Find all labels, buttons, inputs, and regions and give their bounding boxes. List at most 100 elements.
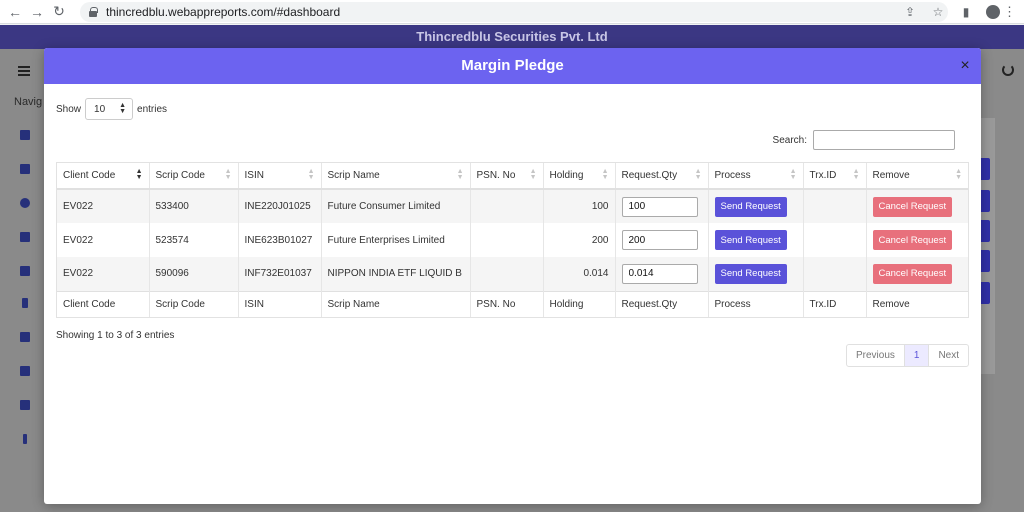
cell-client-code: EV022 xyxy=(57,223,150,257)
cell-holding: 200 xyxy=(543,223,616,257)
cell-remove: Cancel Request xyxy=(866,257,968,291)
column-header-psn-no[interactable]: PSN. No ▲ ▼ xyxy=(470,163,544,190)
cell-remove: Cancel Request xyxy=(866,223,968,257)
circle-icon[interactable] xyxy=(20,198,30,208)
sidebar-nav-label: Navig xyxy=(14,96,43,108)
sort-asc-icon: ▲ ▼ xyxy=(135,168,143,181)
star-icon[interactable]: ☆ xyxy=(930,4,946,20)
profile-avatar-icon[interactable] xyxy=(986,5,1000,19)
search-input[interactable] xyxy=(813,130,955,150)
cell-psn-no xyxy=(470,257,544,291)
chart-icon[interactable] xyxy=(20,266,30,276)
entries-select[interactable]: 10 ▲ ▼ xyxy=(85,98,134,120)
entries-length-control: Show 10 ▲ ▼ entries xyxy=(56,98,167,120)
search-control: Search: xyxy=(773,130,955,150)
column-header-isin[interactable]: ISIN ▲ ▼ xyxy=(238,163,322,190)
request-qty-input[interactable] xyxy=(621,263,698,284)
background-card xyxy=(981,118,995,374)
cell-trx-id xyxy=(803,223,867,257)
reload-icon[interactable]: ↻ xyxy=(48,1,70,23)
column-header-scrip-code[interactable]: Scrip Code ▲ ▼ xyxy=(149,163,239,190)
cell-process: Send Request xyxy=(708,257,804,291)
dashboard-icon[interactable] xyxy=(20,130,30,140)
sort-icon: ▲ ▼ xyxy=(955,168,962,181)
entries-label: entries xyxy=(137,103,168,115)
column-header-scrip-name[interactable]: Scrip Name ▲ ▼ xyxy=(321,163,471,190)
column-header-process[interactable]: Process ▲ ▼ xyxy=(708,163,804,190)
database-icon[interactable] xyxy=(20,232,30,242)
footer-isin: ISIN xyxy=(238,290,322,317)
app-header: Thincredblu Securities Pvt. Ltd xyxy=(0,25,1024,49)
table-info: Showing 1 to 3 of 3 entries xyxy=(56,330,175,341)
sort-icon: ▲ ▼ xyxy=(456,168,464,181)
cell-request-qty xyxy=(615,223,709,257)
modal-title: Margin Pledge xyxy=(461,57,564,74)
column-header-holding[interactable]: Holding ▲ ▼ xyxy=(543,163,616,190)
pagination-previous[interactable]: Previous xyxy=(847,345,904,366)
side-panel-icon[interactable]: ▮ xyxy=(958,4,974,20)
cell-scrip-code: 533400 xyxy=(149,189,239,223)
send-request-button[interactable]: Send Request xyxy=(714,230,787,250)
pagination-page-1[interactable]: 1 xyxy=(903,345,930,366)
pledge-table: Client Code ▲ ▼ Scrip Code ▲ ▼ ISIN ▲ ▼ Scrip … xyxy=(56,162,969,318)
cell-process: Send Request xyxy=(708,189,804,223)
sort-icon: ▲ ▼ xyxy=(224,168,232,181)
footer-trx-id: Trx.ID xyxy=(803,290,867,317)
address-bar[interactable]: thincredblu.webappreports.com/#dashboard xyxy=(80,2,948,22)
power-icon[interactable] xyxy=(1002,64,1014,76)
pagination: Previous 1 Next xyxy=(845,344,969,367)
forward-arrow-icon[interactable]: → xyxy=(26,1,48,23)
browser-toolbar: ← → ↻ thincredblu.webappreports.com/#das… xyxy=(0,0,1024,24)
request-qty-input[interactable] xyxy=(621,230,698,250)
select-arrows-icon: ▲ ▼ xyxy=(119,102,127,115)
table-row: EV022 590096 INF732E01037 NIPPON INDIA E… xyxy=(57,257,968,291)
back-arrow-icon[interactable]: ← xyxy=(4,1,26,23)
cell-psn-no xyxy=(470,223,544,257)
footer-process: Process xyxy=(708,290,804,317)
layers-icon[interactable] xyxy=(20,366,30,376)
search-label: Search: xyxy=(772,134,807,146)
dollar-icon[interactable] xyxy=(22,298,28,308)
map-pin-icon[interactable] xyxy=(20,332,30,342)
lock-icon xyxy=(88,7,98,17)
hamburger-menu-icon[interactable] xyxy=(18,66,30,76)
sort-icon: ▲ ▼ xyxy=(694,168,702,181)
table-header-row: Client Code ▲ ▼ Scrip Code ▲ ▼ ISIN ▲ ▼ Scrip … xyxy=(57,163,968,190)
sort-icon: ▲ ▼ xyxy=(601,168,609,181)
cell-isin: INE220J01025 xyxy=(238,189,322,223)
footer-holding: Holding xyxy=(543,290,616,317)
cell-scrip-name: NIPPON INDIA ETF LIQUID B xyxy=(321,257,471,291)
table-row: EV022 533400 INE220J01025 Future Consume… xyxy=(57,189,968,223)
list-icon[interactable] xyxy=(20,164,30,174)
entries-select-value: 10 xyxy=(94,103,106,115)
cell-holding: 100 xyxy=(543,189,616,223)
cancel-request-button[interactable]: Cancel Request xyxy=(872,196,953,217)
close-icon[interactable]: × xyxy=(957,48,973,84)
cell-client-code: EV022 xyxy=(57,257,150,291)
cell-isin: INF732E01037 xyxy=(238,257,322,291)
column-header-trx-id[interactable]: Trx.ID ▲ ▼ xyxy=(803,163,867,190)
column-header-remove[interactable]: Remove ▲ ▼ xyxy=(866,163,968,190)
sort-icon: ▲ ▼ xyxy=(307,168,315,181)
sort-icon: ▲ ▼ xyxy=(529,168,537,181)
send-request-button[interactable]: Send Request xyxy=(714,196,787,217)
footer-psn-no: PSN. No xyxy=(470,290,544,317)
cancel-request-button[interactable]: Cancel Request xyxy=(872,263,953,284)
url-text: thincredblu.webappreports.com/#dashboard xyxy=(106,5,341,19)
footer-request-qty: Request.Qty xyxy=(615,290,709,317)
cancel-request-button[interactable]: Cancel Request xyxy=(872,230,953,250)
sort-icon: ▲ ▼ xyxy=(789,168,797,181)
send-request-button[interactable]: Send Request xyxy=(714,263,787,284)
request-qty-input[interactable] xyxy=(621,196,698,217)
cell-process: Send Request xyxy=(708,223,804,257)
share-icon[interactable]: ⇪ xyxy=(902,4,918,20)
column-header-client-code[interactable]: Client Code ▲ ▼ xyxy=(57,163,150,190)
cell-client-code: EV022 xyxy=(57,189,150,223)
column-header-request-qty[interactable]: Request.Qty ▲ ▼ xyxy=(615,163,709,190)
grid-icon[interactable] xyxy=(20,400,30,410)
pagination-next[interactable]: Next xyxy=(929,345,968,366)
download-icon[interactable] xyxy=(23,434,27,444)
show-label: Show xyxy=(56,103,82,115)
cell-request-qty xyxy=(615,189,709,223)
more-menu-icon[interactable]: ⋮ xyxy=(1003,4,1016,20)
